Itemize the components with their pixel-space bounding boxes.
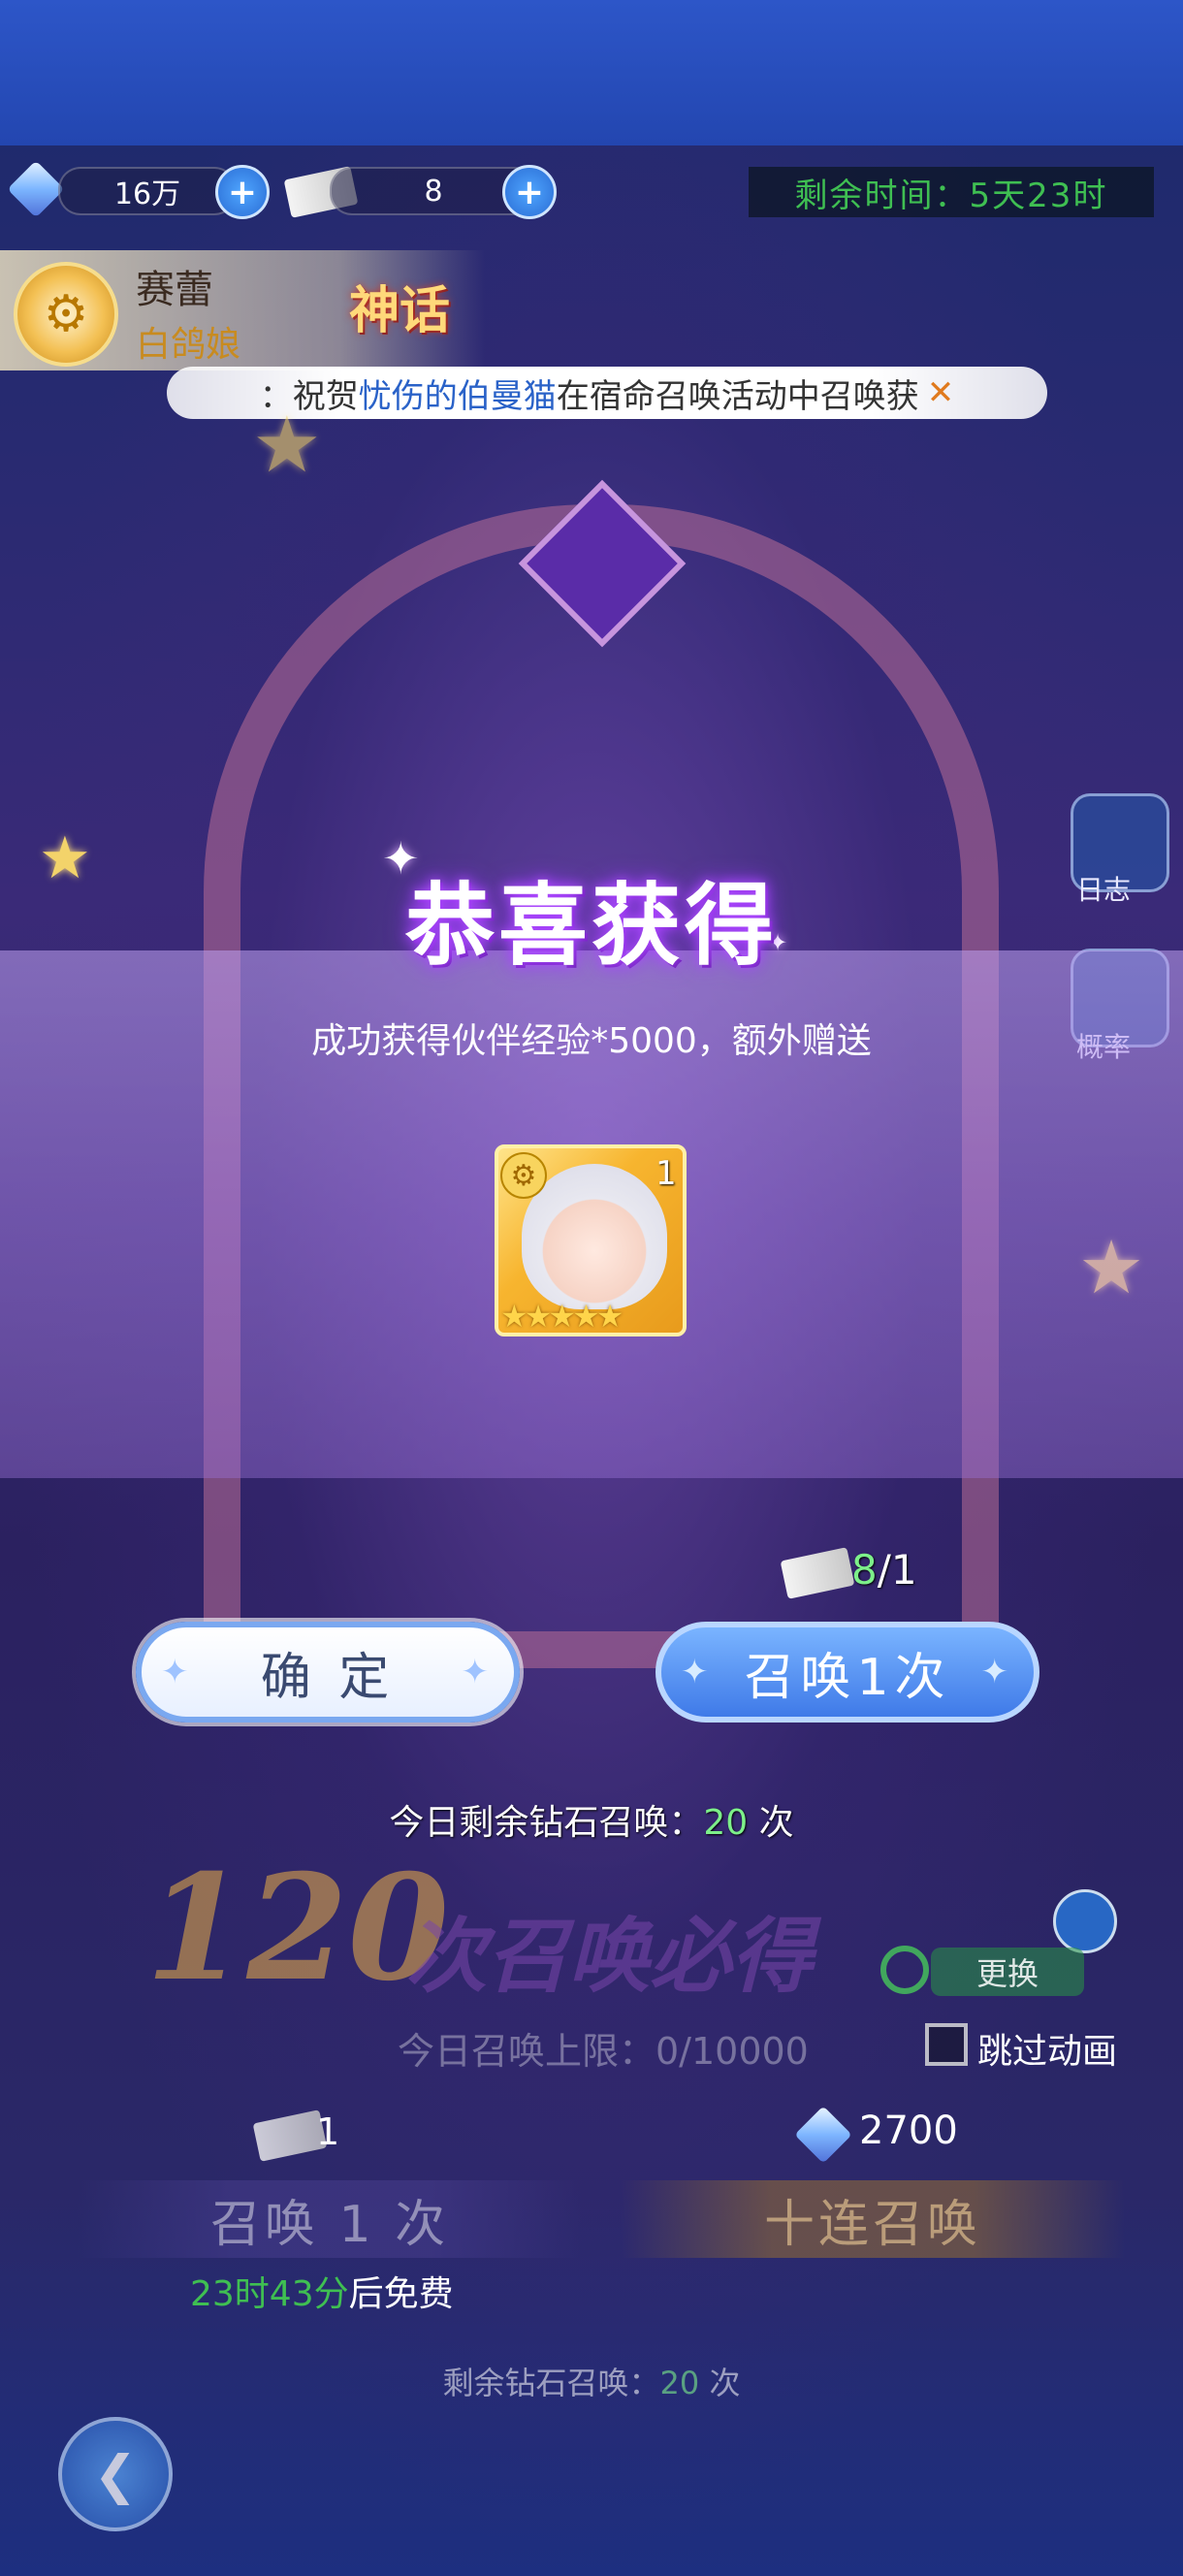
ticket-cost: 8/1 <box>851 1546 917 1594</box>
ten-summon-cost: 2700 <box>859 2109 958 2153</box>
single-summon-cost: 1 <box>316 2110 340 2153</box>
diamond-icon <box>794 2106 852 2164</box>
confirm-button[interactable]: ✦ 确 定 ✦ <box>136 1622 520 1723</box>
gem-count: 16万 <box>58 167 237 215</box>
guarantee-number: 120 <box>145 1843 450 2013</box>
remaining-time: 剩余时间：5天23时 <box>749 167 1154 217</box>
reward-stars: ★★★★★ <box>500 1298 623 1335</box>
free-countdown: 23时43分后免费 <box>190 2274 454 2314</box>
add-tickets-button[interactable]: + <box>502 165 557 219</box>
summon-once-button[interactable]: ✦ 召唤1次 ✦ <box>655 1622 1039 1723</box>
summon-once-label: 召唤1次 <box>744 1648 951 1707</box>
popup-title: 恭喜获得 <box>404 874 778 978</box>
marquee-suffix: 在宿命召唤活动中召唤获 <box>556 376 919 416</box>
guarantee-text: 次召唤必得 <box>405 1909 814 2004</box>
top-bar <box>0 0 1183 145</box>
search-icon[interactable] <box>1053 1889 1117 1953</box>
rarity-badge: 神话 <box>349 282 451 340</box>
today-summon-limit: 今日召唤上限：0/10000 <box>398 2030 809 2073</box>
star-icon: ★ <box>252 400 322 490</box>
confirm-label: 确 定 <box>260 1648 396 1707</box>
hero-title: 白鸽娘 <box>136 325 241 365</box>
change-button[interactable]: 更换 <box>931 1948 1084 1996</box>
hero-name: 赛蕾 <box>136 268 213 312</box>
summon-single-button[interactable]: 召唤 1 次 <box>78 2180 582 2258</box>
gear-icon: ⚙ <box>500 1152 547 1199</box>
add-gems-button[interactable]: + <box>215 165 270 219</box>
daily-gem-summons-left: 今日剩余钻石召唤：20 次 <box>389 1803 794 1843</box>
refresh-icon <box>880 1946 929 1994</box>
diamond-icon <box>7 160 65 218</box>
marquee-player: 忧伤的伯曼猫 <box>358 376 557 416</box>
summon-ten-button[interactable]: 十连召唤 <box>621 2180 1125 2258</box>
remaining-gem-summons: 剩余钻石召唤：20 次 <box>442 2365 741 2401</box>
reward-count: 1 <box>655 1154 677 1193</box>
popup-message: 成功获得伙伴经验*5000，额外赠送 <box>311 1021 872 1061</box>
gear-emblem-icon <box>14 262 118 367</box>
back-arrow-icon[interactable]: ❮ <box>58 2417 173 2531</box>
skip-animation-checkbox[interactable] <box>925 2023 968 2066</box>
skip-animation-label: 跳过动画 <box>977 2032 1118 2072</box>
close-icon: ✕ <box>926 373 955 412</box>
